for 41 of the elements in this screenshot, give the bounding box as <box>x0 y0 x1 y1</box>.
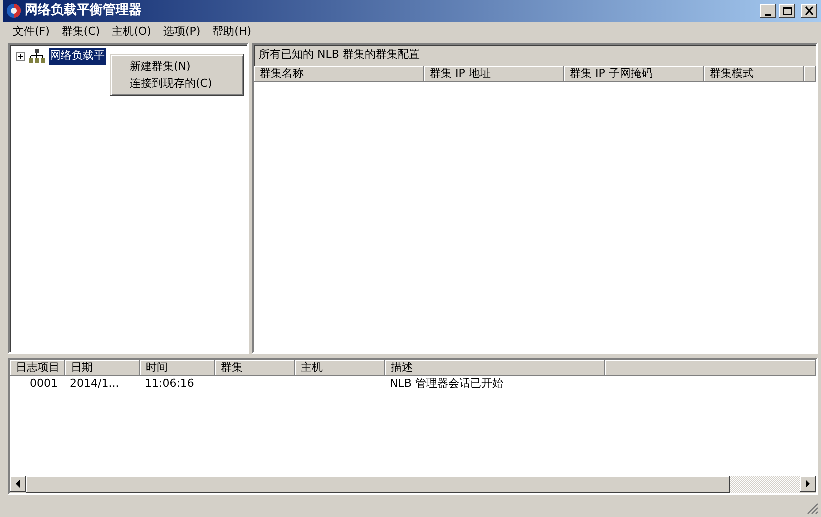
menu-item[interactable]: 选项(P) <box>157 24 207 41</box>
menu-item[interactable]: 群集(C) <box>56 24 106 41</box>
scroll-left-button[interactable] <box>10 476 26 492</box>
table-cell-text: 2014/1... <box>69 376 120 392</box>
pane-heading: 所有已知的 NLB 群集的群集配置 <box>258 47 421 63</box>
close-icon <box>804 6 814 16</box>
column-header[interactable] <box>605 360 816 376</box>
left-arrow-icon <box>15 480 21 488</box>
column-header[interactable]: 日志项目 <box>10 360 65 376</box>
column-header[interactable]: 描述 <box>385 360 605 376</box>
resize-grip-icon[interactable] <box>807 503 819 515</box>
column-header[interactable]: 群集 IP 子网掩码 <box>564 66 704 82</box>
table-cell-text: NLB 管理器会话已开始 <box>389 376 504 392</box>
app-icon <box>6 3 22 19</box>
menu-item[interactable]: 帮助(H) <box>206 24 258 41</box>
close-button[interactable] <box>801 4 817 18</box>
column-header[interactable]: 群集名称 <box>254 66 424 82</box>
scroll-right-button[interactable] <box>800 476 816 492</box>
network-icon <box>29 48 45 64</box>
column-header[interactable]: 群集模式 <box>704 66 804 82</box>
column-header[interactable]: 主机 <box>295 360 385 376</box>
menu-item[interactable]: 新建群集(N) <box>113 58 241 75</box>
menu-item[interactable]: 连接到现存的(C) <box>113 75 241 92</box>
expand-icon[interactable] <box>16 52 25 61</box>
column-header[interactable]: 群集 <box>215 360 295 376</box>
minimize-icon <box>765 14 772 16</box>
column-header[interactable]: 日期 <box>65 360 140 376</box>
table-cell-text: 0001 <box>29 376 59 392</box>
scroll-thumb[interactable] <box>26 476 730 493</box>
menu-item[interactable]: 文件(F) <box>7 24 56 41</box>
minimize-button[interactable] <box>760 4 776 18</box>
window-title: 网络负载平衡管理器 <box>25 2 142 20</box>
maximize-icon <box>782 6 793 16</box>
column-header[interactable]: 时间 <box>140 360 215 376</box>
maximize-button[interactable] <box>779 4 796 18</box>
column-header[interactable]: 群集 IP 地址 <box>424 66 564 82</box>
right-arrow-icon <box>805 480 811 488</box>
menu-item[interactable]: 主机(O) <box>106 24 158 41</box>
tree-item[interactable]: 网络负载平 <box>49 48 106 64</box>
table-cell-text: 11:06:16 <box>144 376 196 392</box>
column-header[interactable] <box>804 66 816 82</box>
